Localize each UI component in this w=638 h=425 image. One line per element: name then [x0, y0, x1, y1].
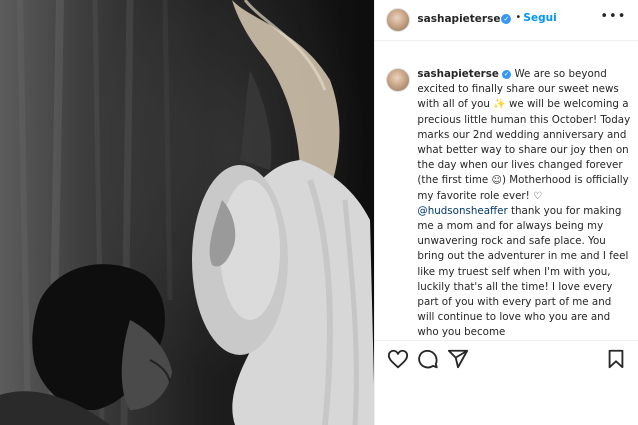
smile-emoji-icon: ☺ — [491, 175, 502, 187]
post-header: sashapieterse ✓ • Segui ••• — [375, 0, 638, 38]
mention-link[interactable]: @hudsonsheaffer — [417, 205, 507, 217]
follow-button[interactable]: Segui — [523, 12, 556, 24]
author-avatar[interactable] — [386, 8, 411, 32]
post-actions — [375, 346, 638, 374]
post-caption: sashapieterse ✓ We are so beyond excited… — [417, 67, 631, 341]
post-sidebar: sashapieterse ✓ • Segui ••• sashapieters… — [374, 0, 638, 425]
more-options-icon[interactable]: ••• — [600, 9, 626, 24]
like-heart-icon[interactable] — [387, 348, 409, 370]
share-paper-plane-icon[interactable] — [447, 348, 469, 370]
caption-verified-badge-icon: ✓ — [502, 70, 512, 79]
instagram-post: sashapieterse ✓ • Segui ••• sashapieters… — [0, 0, 638, 425]
comment-icon[interactable] — [417, 348, 439, 370]
caption-avatar[interactable] — [386, 68, 411, 92]
caption-username[interactable]: sashapieterse — [417, 68, 498, 80]
heart-emoji-icon: ♡ — [533, 190, 543, 202]
header-separator: • — [515, 12, 522, 23]
author-username[interactable]: sashapieterse — [417, 13, 500, 25]
save-bookmark-icon[interactable] — [605, 348, 627, 370]
actions-divider — [375, 340, 638, 341]
post-photo[interactable] — [0, 0, 375, 425]
verified-badge-icon: ✓ — [501, 14, 512, 24]
header-divider — [375, 40, 638, 41]
caption-text-part4: thank you for making me a mom and for al… — [417, 204, 629, 339]
sparkles-emoji-icon: ✨ — [493, 99, 506, 111]
couple-photo-illustration — [0, 0, 375, 425]
